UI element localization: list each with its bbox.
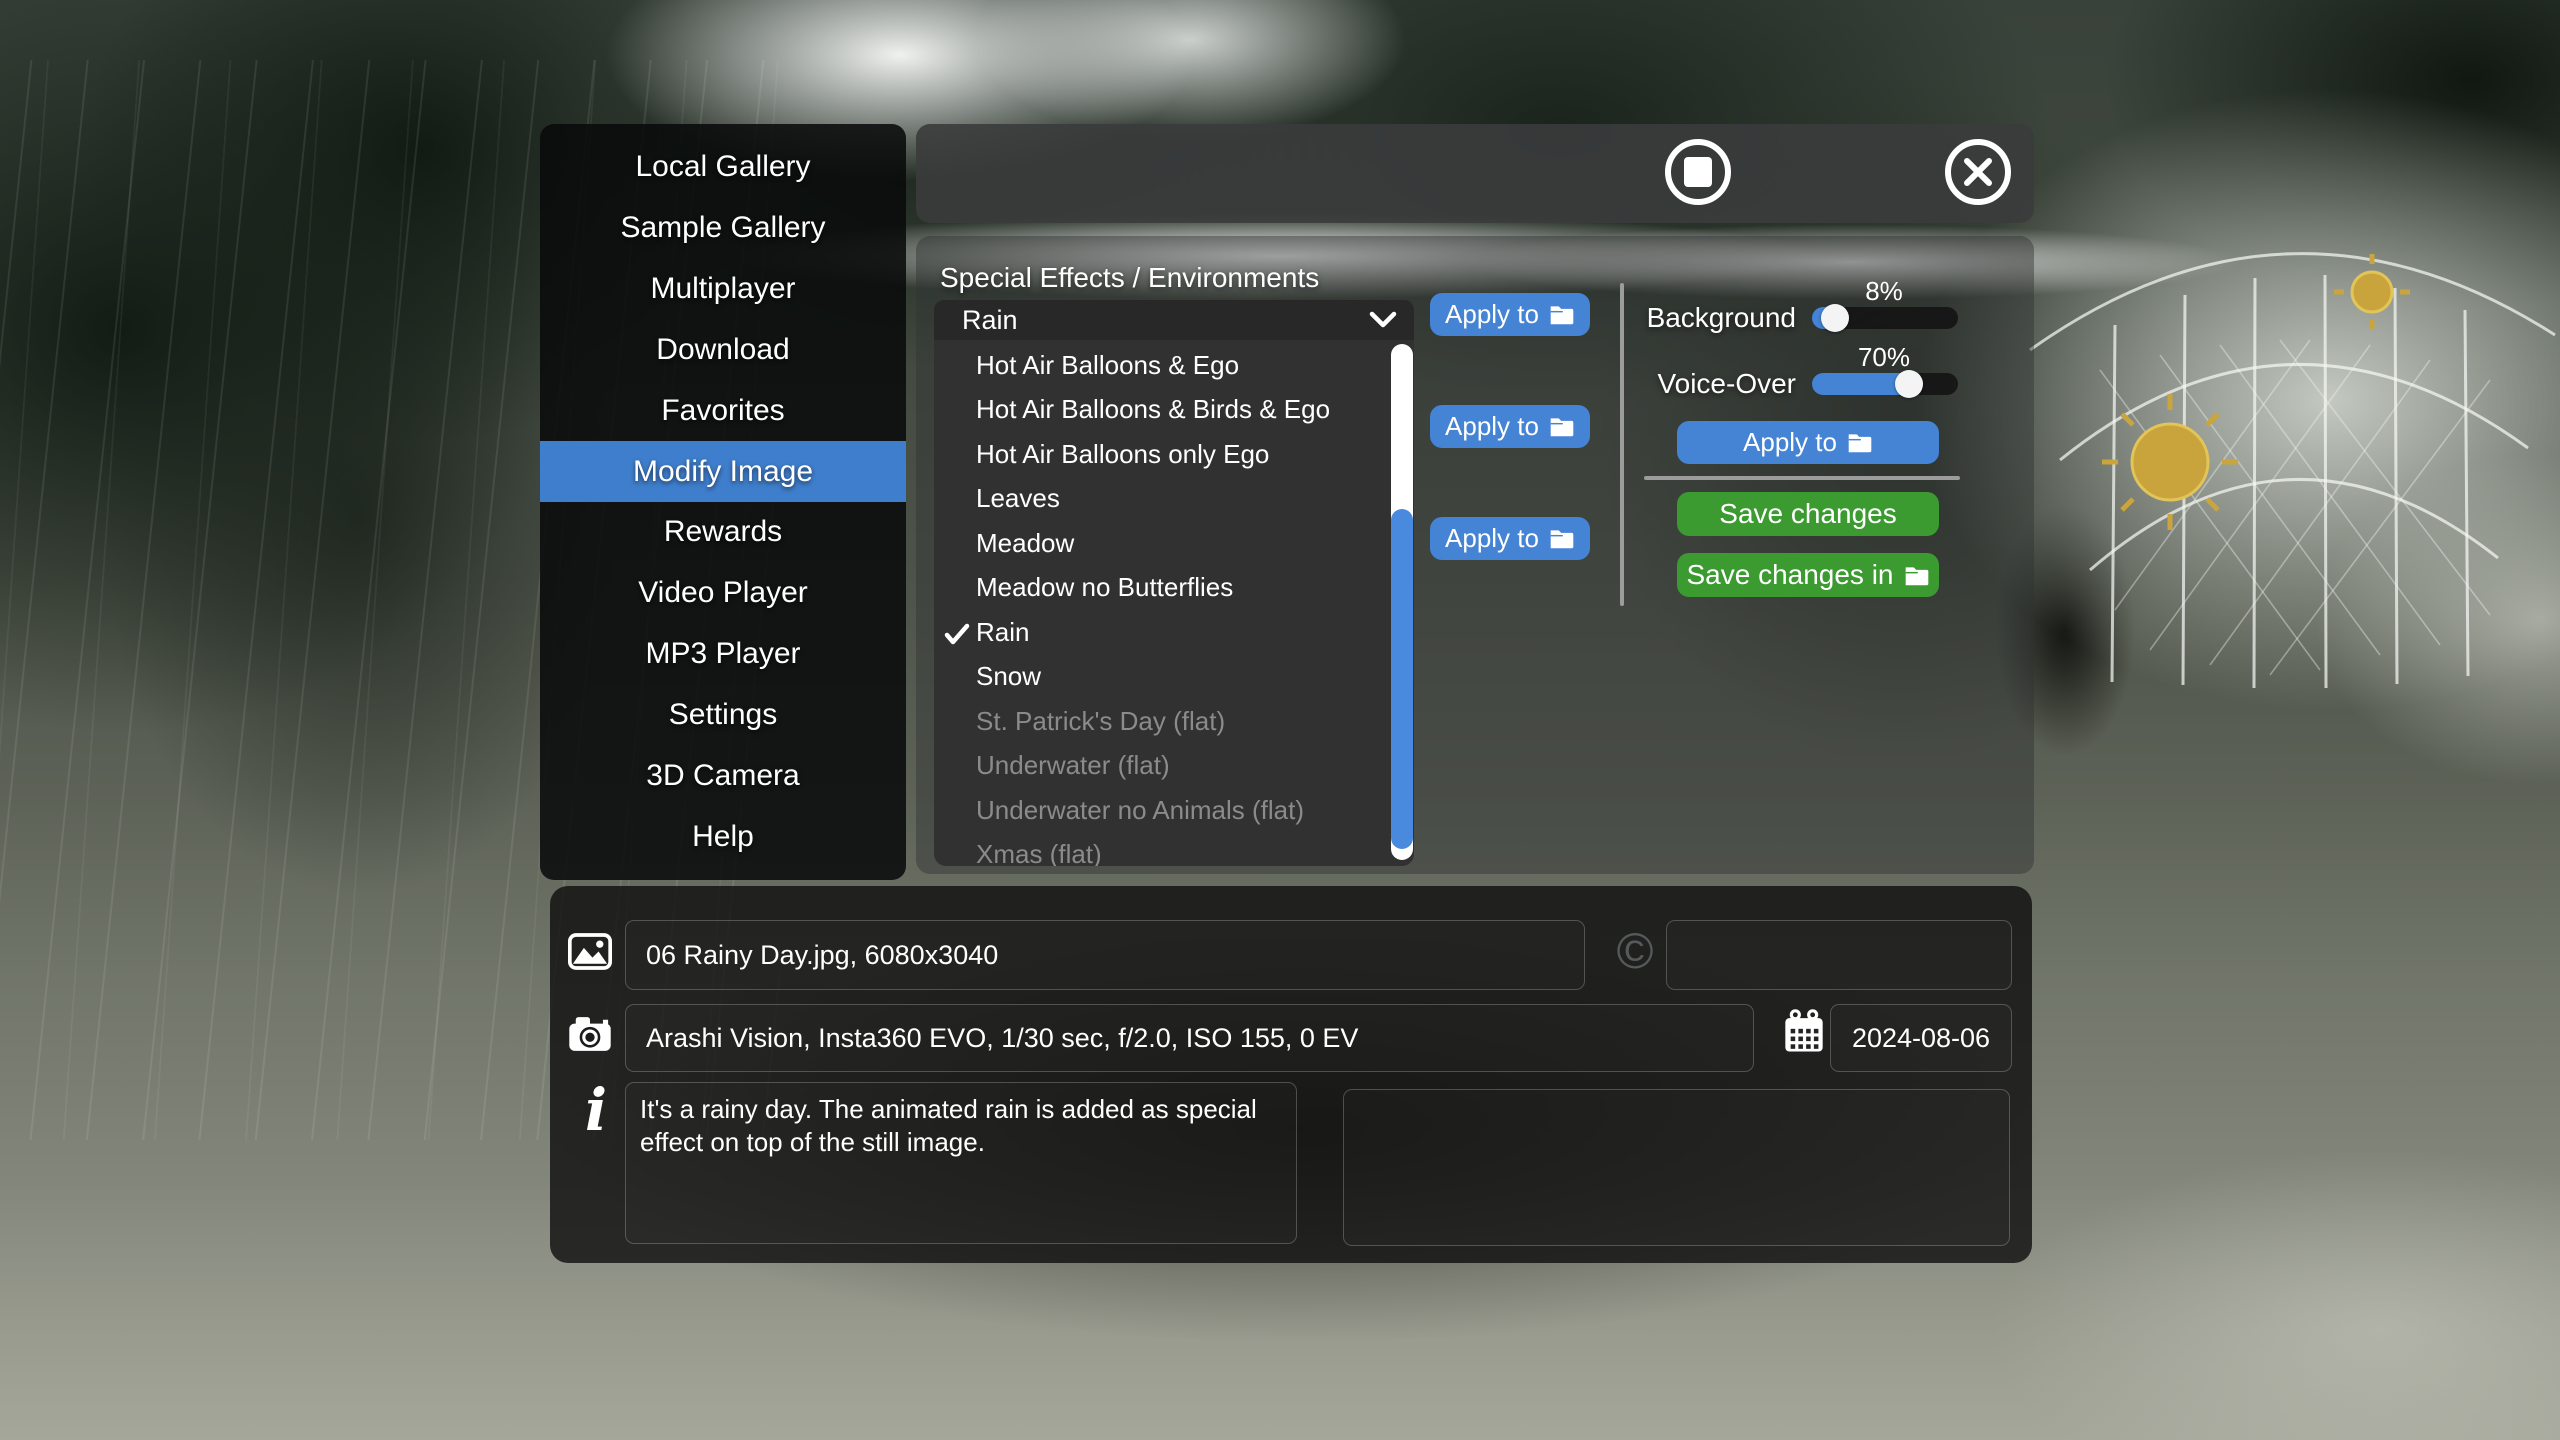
option-rain[interactable]: Rain: [934, 610, 1414, 655]
close-icon: [1959, 153, 1997, 191]
sidebar-item-local-gallery[interactable]: Local Gallery: [540, 137, 906, 198]
copyright-icon: ©: [1611, 923, 1659, 979]
sidebar-item-rewards[interactable]: Rewards: [540, 502, 906, 563]
copyright-field[interactable]: [1666, 920, 2012, 990]
chevron-down-icon: [1368, 311, 1398, 329]
horizontal-divider: [1644, 476, 1960, 480]
sidebar-item-settings[interactable]: Settings: [540, 684, 906, 745]
sidebar-item-help[interactable]: Help: [540, 806, 906, 867]
option-meadow[interactable]: Meadow: [934, 521, 1414, 566]
folder-icon: [1904, 565, 1930, 586]
sidebar-item-mp3-player[interactable]: MP3 Player: [540, 624, 906, 685]
sidebar-item-favorites[interactable]: Favorites: [540, 380, 906, 441]
secondary-description-field[interactable]: [1343, 1089, 2010, 1246]
image-icon: [568, 933, 612, 970]
effects-panel: Special Effects / Environments Rain Hot …: [916, 236, 2034, 874]
voiceover-label: Voice-Over: [1606, 368, 1796, 400]
voiceover-percent: 70%: [1850, 342, 1918, 373]
background-label: Background: [1606, 302, 1796, 334]
top-bar: [916, 124, 2034, 223]
selected-value: Rain: [962, 305, 1018, 336]
background-slider[interactable]: [1812, 307, 1958, 329]
background-percent: 8%: [1850, 276, 1918, 307]
camera-icon: [568, 1014, 612, 1054]
filename-field[interactable]: 06 Rainy Day.jpg, 6080x3040: [625, 920, 1585, 990]
sidebar-item-download[interactable]: Download: [540, 319, 906, 380]
option-snow[interactable]: Snow: [934, 655, 1414, 700]
sidebar-menu: Local GallerySample GalleryMultiplayerDo…: [540, 124, 906, 880]
date-field[interactable]: 2024-08-06: [1830, 1004, 2012, 1072]
calendar-icon: [1784, 1008, 1824, 1055]
effects-select[interactable]: Rain: [934, 300, 1414, 340]
sidebar-item-multiplayer[interactable]: Multiplayer: [540, 259, 906, 320]
apply-button-column: Apply to Apply to Apply to: [1430, 293, 1590, 560]
apply-to-button-apply-to[interactable]: Apply to: [1430, 405, 1590, 448]
option-underwater-no-animals-flat[interactable]: Underwater no Animals (flat): [934, 788, 1414, 833]
close-button[interactable]: [1945, 139, 2011, 205]
stop-icon: [1684, 157, 1712, 187]
mixer-apply-to-button[interactable]: Apply to: [1677, 421, 1939, 464]
scrollbar-thumb[interactable]: [1391, 509, 1413, 849]
apply-to-button-apply-to[interactable]: Apply to: [1430, 517, 1590, 560]
save-changes-in-button[interactable]: Save changes in: [1677, 553, 1939, 597]
sidebar-item-3d-camera[interactable]: 3D Camera: [540, 745, 906, 806]
voiceover-slider-thumb[interactable]: [1895, 370, 1923, 398]
option-underwater-flat[interactable]: Underwater (flat): [934, 744, 1414, 789]
option-hot-air-balloons-ego[interactable]: Hot Air Balloons & Ego: [934, 343, 1414, 388]
app-screen: Local GallerySample GalleryMultiplayerDo…: [0, 0, 2560, 1440]
folder-icon: [1549, 528, 1575, 549]
folder-icon: [1549, 304, 1575, 325]
camera-info-field[interactable]: Arashi Vision, Insta360 EVO, 1/30 sec, f…: [625, 1004, 1754, 1072]
check-icon: [944, 621, 970, 652]
section-title: Special Effects / Environments: [940, 262, 1319, 294]
option-list-scrollbar[interactable]: [1391, 344, 1413, 860]
option-hot-air-balloons-only-ego[interactable]: Hot Air Balloons only Ego: [934, 432, 1414, 477]
sidebar-item-sample-gallery[interactable]: Sample Gallery: [540, 198, 906, 259]
metadata-panel: 06 Rainy Day.jpg, 6080x3040 © Arashi Vis…: [550, 886, 2032, 1263]
option-leaves[interactable]: Leaves: [934, 477, 1414, 522]
option-st-patrick-s-day-flat[interactable]: St. Patrick's Day (flat): [934, 699, 1414, 744]
folder-icon: [1549, 416, 1575, 437]
save-changes-button[interactable]: Save changes: [1677, 492, 1939, 536]
option-hot-air-balloons-birds-ego[interactable]: Hot Air Balloons & Birds & Ego: [934, 388, 1414, 433]
description-field[interactable]: It's a rainy day. The animated rain is a…: [625, 1082, 1297, 1244]
sidebar-item-modify-image[interactable]: Modify Image: [540, 441, 906, 502]
stop-button[interactable]: [1665, 139, 1731, 205]
option-meadow-no-butterflies[interactable]: Meadow no Butterflies: [934, 566, 1414, 611]
background-slider-thumb[interactable]: [1821, 304, 1849, 332]
apply-to-button-apply-to[interactable]: Apply to: [1430, 293, 1590, 336]
folder-icon: [1847, 432, 1873, 453]
voiceover-slider[interactable]: [1812, 373, 1958, 395]
effects-option-list: Hot Air Balloons & Ego Hot Air Balloons …: [934, 340, 1414, 866]
option-xmas-flat[interactable]: Xmas (flat): [934, 833, 1414, 867]
sidebar-item-video-player[interactable]: Video Player: [540, 563, 906, 624]
info-icon: i: [576, 1082, 616, 1138]
